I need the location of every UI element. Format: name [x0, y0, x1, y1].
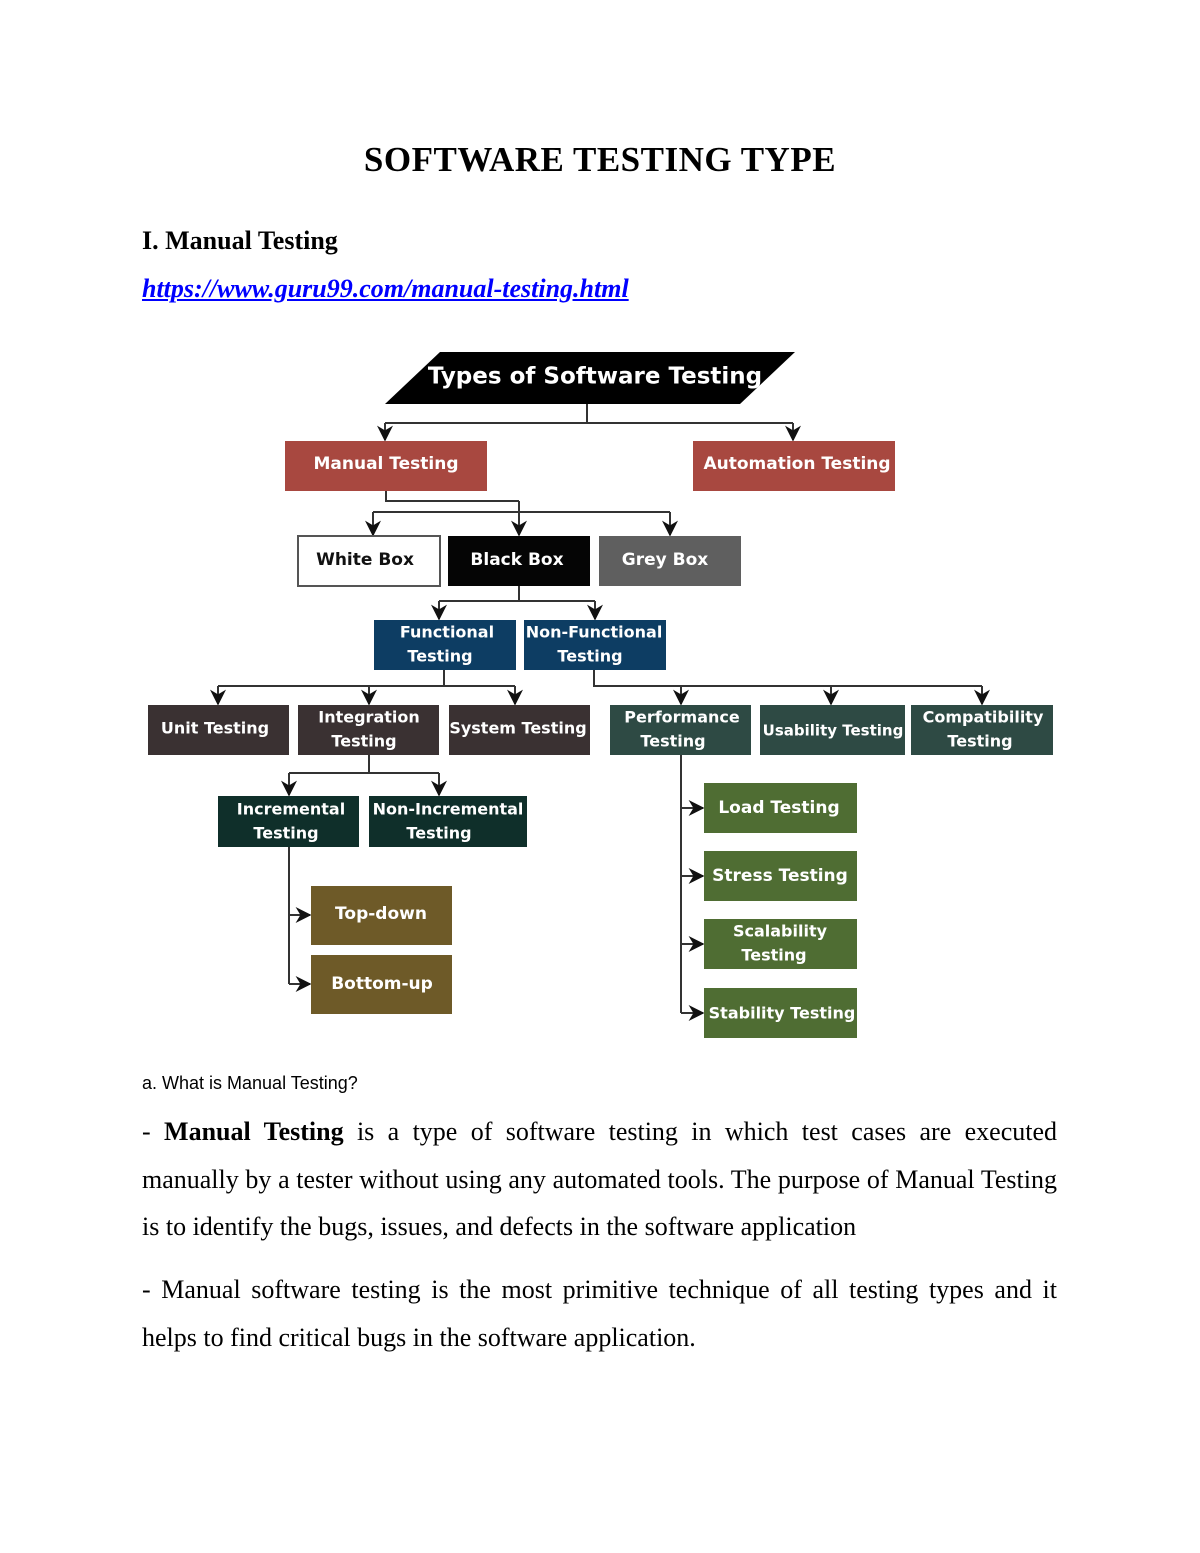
svg-text:Unit Testing: Unit Testing [161, 719, 269, 738]
svg-text:Non-Incremental: Non-Incremental [373, 800, 524, 819]
svg-text:Black Box: Black Box [470, 550, 563, 570]
node-manual-testing: Manual Testing [285, 441, 487, 491]
svg-text:Non-Functional: Non-Functional [526, 623, 663, 642]
svg-text:Testing: Testing [557, 647, 622, 666]
node-usability-testing: Usability Testing [760, 705, 905, 755]
svg-text:Incremental: Incremental [237, 800, 345, 819]
svg-text:Performance: Performance [624, 708, 740, 727]
node-bottom-up: Bottom-up [311, 955, 452, 1014]
svg-text:Integration: Integration [318, 708, 420, 727]
diagram-title-node: Types of Software Testing [385, 352, 795, 404]
node-white-box: White Box [297, 535, 441, 587]
node-stress-testing: Stress Testing [704, 851, 857, 901]
node-black-box: Black Box [448, 536, 590, 586]
node-scalability-testing: Scalability Testing [704, 919, 857, 969]
svg-text:Bottom-up: Bottom-up [331, 974, 433, 994]
svg-text:Testing: Testing [947, 732, 1012, 751]
svg-text:Testing: Testing [407, 647, 472, 666]
node-non-incremental-testing: Non-Incremental Testing [369, 796, 527, 847]
node-top-down: Top-down [311, 886, 452, 945]
svg-text:System Testing: System Testing [449, 719, 586, 738]
svg-text:White Box: White Box [316, 550, 414, 570]
svg-text:Manual Testing: Manual Testing [313, 454, 458, 474]
node-system-testing: System Testing [449, 705, 590, 755]
svg-text:Testing: Testing [640, 732, 705, 751]
node-load-testing: Load Testing [704, 783, 857, 833]
subheading-what-is-manual-testing: a. What is Manual Testing? [142, 1073, 358, 1093]
diagram-title: Types of Software Testing [428, 364, 762, 390]
svg-text:Automation Testing: Automation Testing [703, 454, 890, 474]
svg-text:Testing: Testing [253, 824, 318, 843]
paragraph-primitive-technique: - Manual software testing is the most pr… [142, 1275, 1057, 1352]
svg-text:Compatibility: Compatibility [923, 708, 1044, 727]
node-stability-testing: Stability Testing [704, 988, 857, 1038]
svg-text:Grey Box: Grey Box [622, 550, 709, 570]
svg-text:Testing: Testing [331, 732, 396, 751]
node-automation-testing: Automation Testing [693, 441, 895, 491]
testing-types-diagram: Types of Software Testing Manual Testing… [148, 352, 1053, 1038]
node-integration-testing: Integration Testing [298, 705, 439, 755]
svg-text:Load Testing: Load Testing [718, 798, 839, 818]
svg-text:Stability Testing: Stability Testing [709, 1004, 856, 1023]
node-grey-box: Grey Box [599, 536, 741, 586]
svg-text:Testing: Testing [741, 946, 806, 965]
paragraph-prefix: - [142, 1117, 165, 1146]
svg-text:Functional: Functional [400, 623, 494, 642]
node-functional-testing: Functional Testing [374, 620, 516, 670]
bold-term: Manual Testing [164, 1117, 344, 1146]
svg-text:Scalability: Scalability [733, 922, 828, 941]
paragraph-definition: - Manual Testing is a type of software t… [142, 1108, 1057, 1251]
svg-text:Usability Testing: Usability Testing [763, 722, 904, 740]
svg-text:Testing: Testing [406, 824, 471, 843]
node-non-functional-testing: Non-Functional Testing [524, 620, 666, 670]
node-incremental-testing: Incremental Testing [218, 796, 359, 847]
svg-text:Stress Testing: Stress Testing [712, 866, 848, 886]
node-compatibility-testing: Compatibility Testing [911, 705, 1053, 755]
node-performance-testing: Performance Testing [610, 705, 751, 755]
node-unit-testing: Unit Testing [148, 705, 289, 755]
svg-text:Top-down: Top-down [335, 904, 427, 924]
